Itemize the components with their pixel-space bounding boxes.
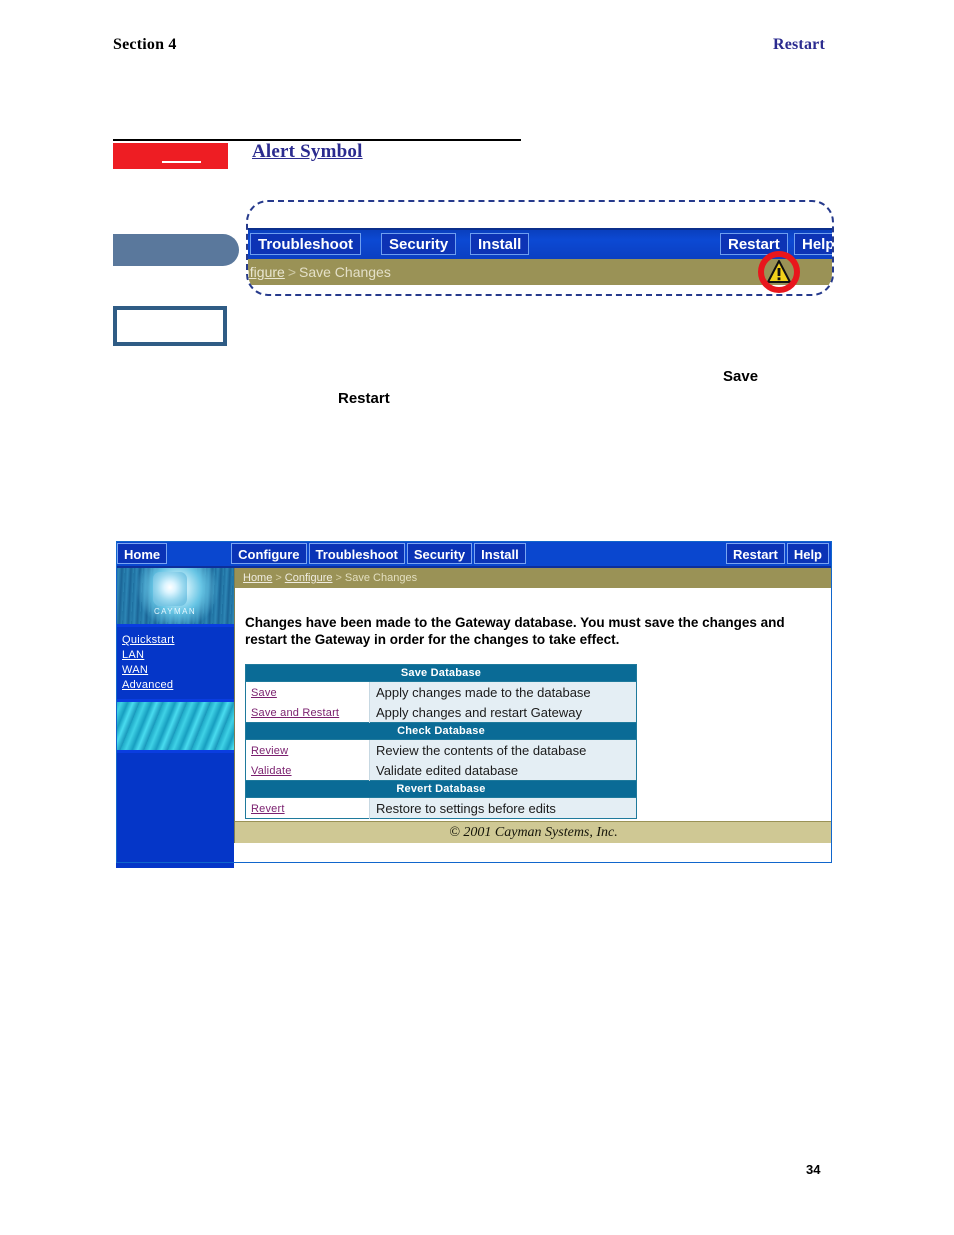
action-cell-save-and-restart: Save and Restart [245, 702, 370, 723]
section-label: Section 4 [113, 36, 177, 53]
description-revert: Restore to settings before edits [369, 797, 637, 819]
description-save-and-restart: Apply changes and restart Gateway [369, 702, 637, 723]
app-navbar: Home Configure Troubleshoot Security Ins… [116, 541, 832, 568]
cayman-logo-text: CAYMAN [153, 607, 197, 616]
nav-button-restart[interactable]: Restart [726, 543, 785, 564]
description-validate: Validate edited database [369, 760, 637, 781]
callout-pill-shape [113, 234, 239, 266]
table-section-header-row: Revert Database [245, 780, 637, 798]
link-review[interactable]: Review [251, 745, 288, 757]
callout-nav-security[interactable]: Security [381, 233, 457, 255]
sidebar-water-graphic [116, 699, 234, 753]
breadcrumb-link-home[interactable]: Home [243, 572, 272, 584]
nav-button-troubleshoot[interactable]: Troubleshoot [308, 543, 405, 564]
table-row: Review Review the contents of the databa… [245, 739, 637, 760]
callout-navbar: Troubleshoot Security Install Restart He… [248, 228, 832, 261]
navbar-middle-group: Configure Troubleshoot Security Install [231, 543, 528, 564]
sidebar-filler [116, 753, 234, 868]
action-cell-revert: Revert [245, 797, 370, 819]
copyright-footer: © 2001 Cayman Systems, Inc. [235, 821, 832, 843]
body-keyword-restart: Restart [338, 390, 390, 407]
link-revert[interactable]: Revert [251, 803, 285, 815]
link-save-and-restart[interactable]: Save and Restart [251, 707, 339, 719]
link-validate[interactable]: Validate [251, 765, 292, 777]
breadcrumb-current: Save Changes [344, 572, 418, 584]
callout-empty-box [113, 306, 227, 346]
nav-button-install[interactable]: Install [474, 543, 526, 564]
link-save[interactable]: Save [251, 687, 277, 699]
sidebar-item-quickstart[interactable]: Quickstart [122, 633, 234, 648]
sidebar-item-advanced[interactable]: Advanced [122, 678, 234, 693]
status-message: Changes have been made to the Gateway da… [245, 615, 785, 647]
gateway-save-changes-screenshot: Home Configure Troubleshoot Security Ins… [116, 541, 832, 868]
description-save: Apply changes made to the database [369, 681, 637, 702]
page-title: Alert Symbol [252, 141, 363, 162]
breadcrumb-separator-1: > [275, 572, 282, 584]
callout-nav-help[interactable]: Help [794, 233, 832, 255]
table-row: Validate Validate edited database [245, 760, 637, 781]
sidebar-item-lan[interactable]: LAN [122, 648, 234, 663]
page-number: 34 [806, 1162, 821, 1177]
body-keyword-save: Save [723, 368, 759, 385]
red-marker-line [162, 161, 201, 163]
table-section-header-row: Save Database [245, 664, 637, 682]
breadcrumb: Home > Configure > Save Changes [235, 568, 832, 588]
chapter-title: Restart [772, 36, 825, 53]
cayman-logo-glow-icon [153, 572, 187, 606]
table-row: Save and Restart Apply changes and resta… [245, 702, 637, 723]
page-running-head: Section 4 Restart [113, 36, 825, 62]
callout-breadcrumb: nfigure > Save Changes [248, 259, 832, 285]
red-highlight-circle [758, 251, 800, 293]
breadcrumb-separator-2: > [335, 572, 342, 584]
callout-nav-troubleshoot[interactable]: Troubleshoot [250, 233, 361, 255]
section-header-check-database: Check Database [245, 722, 637, 740]
table-section-header-row: Check Database [245, 722, 637, 740]
sidebar-link-list: Quickstart LAN WAN Advanced [116, 627, 234, 699]
red-marker-block [113, 143, 228, 169]
nav-button-help[interactable]: Help [786, 543, 829, 564]
app-content: Home > Configure > Save Changes Changes have… [234, 568, 832, 843]
sidebar-item-wan[interactable]: WAN [122, 663, 234, 678]
callout-breadcrumb-link-configure[interactable]: nfigure [248, 264, 285, 280]
section-header-revert-database: Revert Database [245, 780, 637, 798]
app-body: CAYMAN Quickstart LAN WAN Advanced Home >… [116, 568, 832, 868]
navbar-left-group: Home [116, 543, 169, 564]
nav-button-security[interactable]: Security [406, 543, 473, 564]
action-cell-save: Save [245, 681, 370, 702]
cayman-logo: CAYMAN [116, 568, 234, 627]
table-row: Revert Restore to settings before edits [245, 797, 637, 819]
nav-button-home[interactable]: Home [117, 543, 168, 564]
navbar-right-group: Restart Help [726, 543, 832, 564]
database-actions-table: Save Database Save Apply changes made to… [245, 664, 637, 819]
zoomed-navbar-callout: Troubleshoot Security Install Restart He… [246, 200, 834, 296]
callout-nav-install[interactable]: Install [470, 233, 530, 255]
nav-button-configure[interactable]: Configure [231, 543, 307, 564]
section-header-save-database: Save Database [245, 664, 637, 682]
callout-breadcrumb-current: Save Changes [299, 264, 391, 280]
action-cell-validate: Validate [245, 760, 370, 781]
description-review: Review the contents of the database [369, 739, 637, 760]
breadcrumb-link-configure[interactable]: Configure [285, 572, 333, 584]
action-cell-review: Review [245, 739, 370, 760]
app-sidebar: CAYMAN Quickstart LAN WAN Advanced [116, 568, 234, 868]
table-row: Save Apply changes made to the database [245, 681, 637, 702]
callout-breadcrumb-separator: > [287, 264, 296, 280]
alert-symbol-highlight [758, 251, 800, 293]
